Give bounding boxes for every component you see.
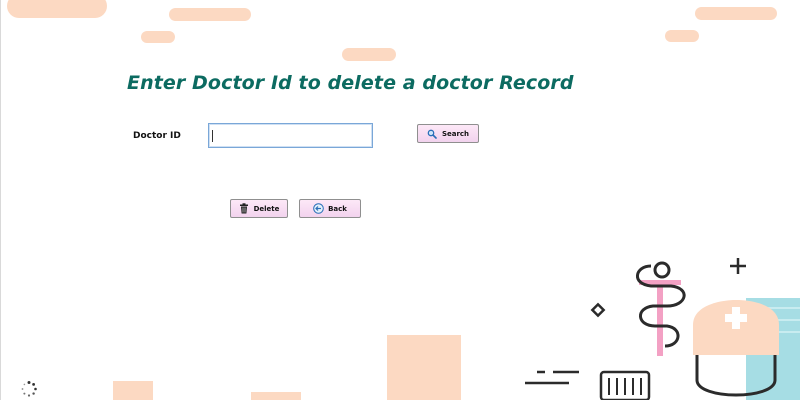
decor-block: [113, 381, 153, 400]
text-caret: [212, 130, 213, 142]
doctor-id-field[interactable]: [208, 123, 373, 148]
page-title: Enter Doctor Id to delete a doctor Recor…: [127, 72, 574, 94]
back-button-label: Back: [328, 204, 347, 213]
delete-button-label: Delete: [253, 204, 280, 213]
search-button[interactable]: Search: [417, 124, 479, 143]
doctor-id-input[interactable]: [209, 125, 372, 148]
medical-illustration: [525, 258, 800, 400]
back-button[interactable]: Back: [299, 199, 361, 218]
decor-pill: [7, 0, 107, 18]
back-arrow-icon: [313, 203, 324, 214]
decor-pill: [141, 31, 175, 43]
search-icon: [427, 128, 438, 139]
decor-pill: [342, 48, 396, 61]
decor-block: [251, 392, 301, 400]
app-window: Enter Doctor Id to delete a doctor Recor…: [0, 0, 800, 400]
delete-button[interactable]: Delete: [230, 199, 288, 218]
doctor-id-label: Doctor ID: [133, 131, 181, 141]
decor-pill: [665, 30, 699, 42]
decor-block: [387, 335, 461, 400]
decor-pill: [169, 8, 251, 21]
search-button-label: Search: [441, 129, 470, 138]
loading-spinner-icon: [20, 380, 38, 398]
decor-pill: [695, 7, 777, 20]
trash-icon: [239, 203, 250, 214]
